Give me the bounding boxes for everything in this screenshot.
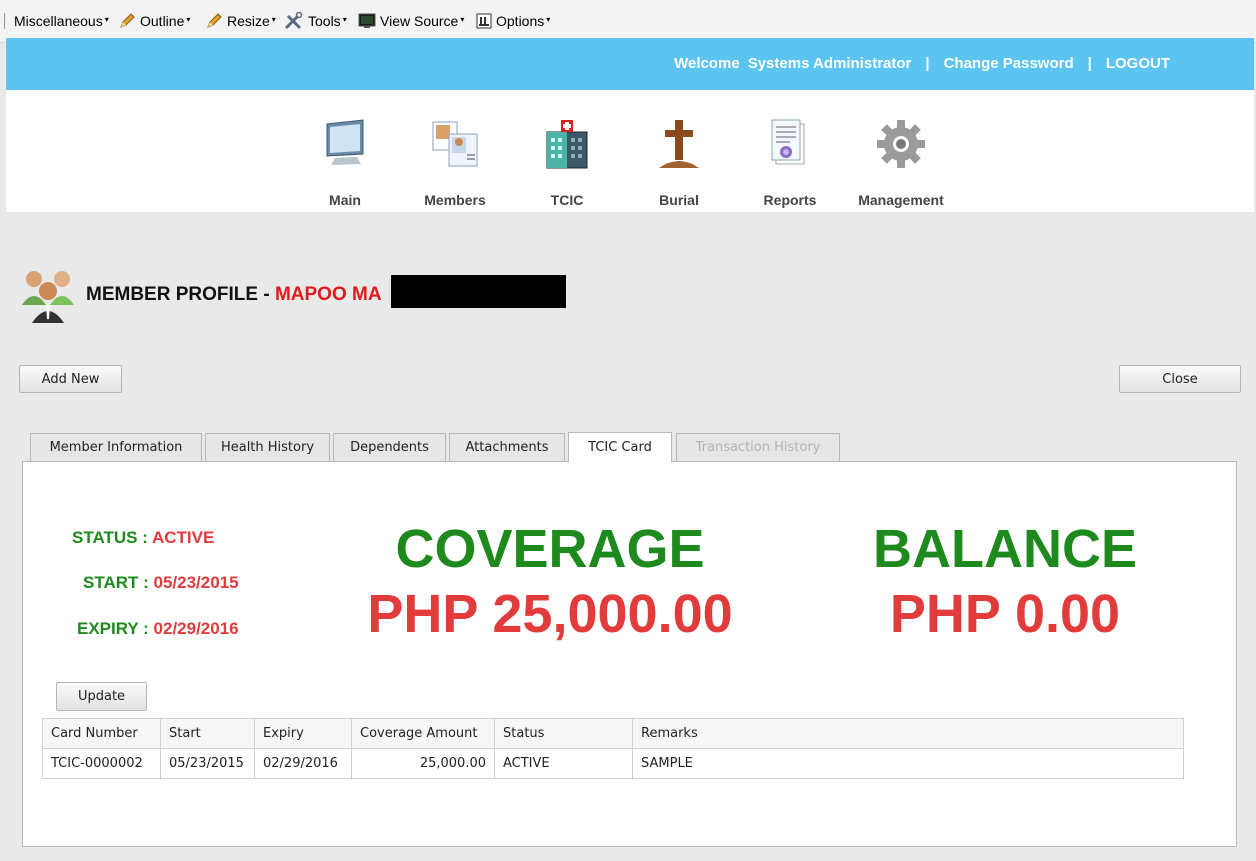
menu-options[interactable]: Options ▾ — [476, 11, 550, 31]
nav-item-burial[interactable]: Burial — [634, 90, 724, 212]
coverage-value: PHP 25,000.00 — [367, 584, 733, 644]
table-row[interactable]: TCIC-0000002 05/23/2015 02/29/2016 25,00… — [42, 748, 1184, 779]
menu-label: Miscellaneous — [14, 13, 103, 29]
logout-link[interactable]: LOGOUT — [1106, 55, 1170, 72]
cell-status: ACTIVE — [494, 748, 633, 779]
dropdown-caret-icon: ▾ — [271, 14, 276, 24]
member-name: MAPOO MA — [274, 284, 382, 305]
menu-label: View Source — [380, 13, 459, 29]
tab-transaction-history: Transaction History — [676, 433, 840, 461]
tab-member-information[interactable]: Member Information — [30, 433, 202, 461]
status-value: ACTIVE — [151, 528, 215, 547]
dropdown-caret-icon: ▾ — [342, 14, 347, 24]
nav-label: Members — [424, 192, 486, 208]
update-button[interactable]: Update — [56, 682, 147, 711]
column-header[interactable]: Remarks — [632, 718, 1184, 749]
tab-tcic-card[interactable]: TCIC Card — [568, 432, 672, 462]
nav-item-main[interactable]: Main — [300, 90, 390, 212]
hospital-icon — [546, 120, 588, 169]
cell-expiry: 02/29/2016 — [254, 748, 352, 779]
reports-icon — [771, 119, 805, 165]
nav-label: Management — [858, 192, 944, 208]
menu-label: Options — [496, 13, 545, 29]
top-header-bar: Welcome Systems Administrator | Change Pass… — [6, 38, 1254, 90]
monitor-icon — [358, 13, 376, 28]
cell-coverage-amount: 25,000.00 — [351, 748, 495, 779]
pencil-icon — [207, 13, 222, 28]
tools-icon — [284, 12, 303, 30]
monitor-icon — [326, 119, 364, 165]
dropdown-caret-icon: ▾ — [546, 14, 551, 24]
card-history-table: Card Number Start Expiry Coverage Amount… — [42, 718, 1184, 779]
start-value: 05/23/2015 — [153, 573, 239, 592]
menu-label: Resize — [227, 13, 270, 29]
browser-toolbar: Miscellaneous ▾ Outline ▾ Resize ▾ Tools ▾ V… — [0, 0, 1256, 43]
menu-outline[interactable]: Outline ▾ — [118, 11, 190, 31]
nav-label: Main — [329, 192, 361, 208]
cross-icon — [659, 120, 699, 168]
dropdown-caret-icon: ▾ — [186, 14, 191, 24]
start-label: START : — [83, 573, 154, 592]
cell-card-number: TCIC-0000002 — [42, 748, 161, 779]
coverage-label: COVERAGE — [395, 519, 705, 579]
nav-label: Burial — [659, 192, 699, 208]
balance-label: BALANCE — [873, 519, 1137, 579]
nav-label: Reports — [763, 192, 817, 208]
balance-value: PHP 0.00 — [889, 584, 1121, 644]
dropdown-caret-icon: ▾ — [460, 14, 465, 24]
dropdown-caret-icon: ▾ — [104, 14, 109, 24]
menu-tools[interactable]: Tools ▾ — [284, 11, 347, 31]
column-header[interactable]: Card Number — [42, 718, 161, 749]
redaction-bar — [391, 275, 566, 308]
status-label: STATUS : — [72, 528, 152, 547]
cell-remarks: SAMPLE — [632, 748, 1184, 779]
close-button[interactable]: Close — [1119, 365, 1241, 393]
nav-item-reports[interactable]: Reports — [745, 90, 835, 212]
cell-start: 05/23/2015 — [160, 748, 255, 779]
column-header[interactable]: Start — [160, 718, 255, 749]
status-row: STATUS : ACTIVE — [72, 528, 214, 548]
column-header[interactable]: Status — [494, 718, 633, 749]
separator: | — [925, 55, 930, 72]
expiry-label: EXPIRY : — [77, 619, 154, 638]
gear-icon — [877, 120, 925, 168]
tab-attachments[interactable]: Attachments — [449, 433, 565, 461]
main-nav: Main Members TCIC Burial Reports Managem… — [6, 90, 1254, 212]
nav-item-tcic[interactable]: TCIC — [522, 90, 612, 212]
expiry-value: 02/29/2016 — [153, 619, 239, 638]
tab-dependents[interactable]: Dependents — [333, 433, 446, 461]
menu-label: Outline — [140, 13, 185, 29]
expiry-row: EXPIRY : 02/29/2016 — [77, 619, 239, 639]
toolbar-separator — [4, 13, 5, 29]
nav-item-members[interactable]: Members — [410, 90, 500, 212]
nav-item-management[interactable]: Management — [856, 90, 946, 212]
tab-health-history[interactable]: Health History — [205, 433, 330, 461]
menu-label: Tools — [308, 13, 341, 29]
menu-miscellaneous[interactable]: Miscellaneous ▾ — [14, 11, 109, 31]
nav-label: TCIC — [550, 192, 584, 208]
column-header[interactable]: Expiry — [254, 718, 352, 749]
user-name: Systems Administrator — [747, 55, 912, 72]
user-links: Welcome Systems Administrator | Change Pass… — [670, 55, 1174, 72]
change-password-link[interactable]: Change Password — [944, 55, 1074, 72]
page-title-prefix: MEMBER PROFILE - — [86, 284, 275, 305]
members-icon — [432, 121, 478, 167]
menu-view-source[interactable]: View Source ▾ — [358, 11, 464, 31]
start-row: START : 05/23/2015 — [83, 573, 239, 593]
add-new-button[interactable]: Add New — [19, 365, 122, 393]
table-header-row: Card Number Start Expiry Coverage Amount… — [42, 718, 1184, 749]
welcome-text: Welcome — [674, 55, 740, 72]
column-header[interactable]: Coverage Amount — [351, 718, 495, 749]
page-title: MEMBER PROFILE - MAPOO MA — [20, 265, 382, 325]
menu-resize[interactable]: Resize ▾ — [205, 11, 276, 31]
separator: | — [1087, 55, 1092, 72]
members-group-icon — [22, 271, 74, 323]
options-icon — [476, 13, 492, 29]
pencil-icon — [120, 13, 135, 28]
